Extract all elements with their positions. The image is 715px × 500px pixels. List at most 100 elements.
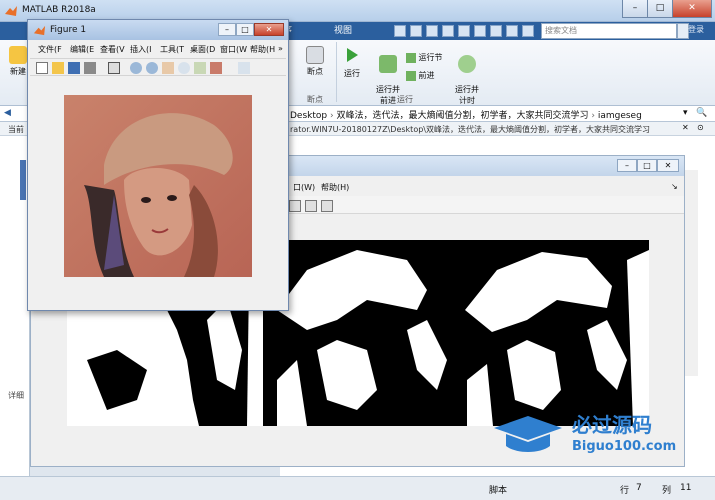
advance-icon (406, 70, 416, 81)
menu-tools[interactable]: 工具(T (160, 44, 184, 55)
details-panel-label: 详细 (8, 391, 24, 400)
ribbon-separator (336, 42, 337, 102)
matlab-logo-icon (5, 6, 17, 16)
link-plot-icon[interactable] (238, 62, 250, 74)
close-button[interactable]: ✕ (657, 159, 679, 172)
run-icon (347, 48, 358, 62)
edit-plot-icon[interactable] (108, 62, 120, 74)
menu-view[interactable]: 查看(V (100, 44, 125, 55)
pan-icon[interactable] (162, 62, 174, 74)
dock-icon[interactable]: ↘ (671, 182, 678, 191)
current-folder-label: 当前 (8, 125, 24, 134)
menu-insert[interactable]: 插入(I (130, 44, 151, 55)
paste-icon[interactable] (442, 25, 454, 37)
search-input[interactable]: 搜索文档 (541, 23, 677, 39)
close-button[interactable]: ✕ (672, 0, 712, 18)
file-list-marker (20, 160, 26, 200)
zoom-in-icon[interactable] (130, 62, 142, 74)
help-icon[interactable] (506, 25, 518, 37)
watermark-text-cn: 必过源码 (571, 413, 652, 437)
maximize-button[interactable]: □ (647, 0, 673, 18)
chevron-down-icon[interactable]: ⊙ (697, 123, 704, 132)
cut-icon[interactable] (410, 25, 422, 37)
redo-icon[interactable] (474, 25, 486, 37)
toolbar-divider-icon (289, 200, 301, 212)
open-file-icon[interactable] (52, 62, 64, 74)
tab-view[interactable]: 视图 (326, 22, 366, 40)
menu-overflow-icon[interactable]: » (278, 44, 283, 53)
row-label: 行 (620, 486, 630, 496)
minimize-button[interactable]: – (218, 23, 236, 36)
file-type-label: 脚本 (489, 486, 508, 496)
back-arrow-icon[interactable]: ◀ (4, 108, 11, 118)
breakpoints-icon (306, 46, 324, 64)
run-section-icon (406, 52, 416, 63)
run-and-time-button[interactable]: 运行并 计时 (452, 46, 482, 106)
menu-help[interactable]: 帮助(H (250, 44, 275, 55)
browse-folder-icon[interactable]: 🔍 (696, 108, 707, 118)
rotate-icon[interactable] (178, 62, 190, 74)
sign-in-link[interactable]: 登录 (688, 24, 704, 35)
advance-label: 前进 (418, 71, 435, 80)
menu-window[interactable]: 口(W) (293, 182, 315, 193)
save-icon[interactable] (394, 25, 406, 37)
menu-window[interactable]: 窗口(W (220, 44, 247, 55)
run-button[interactable]: 运行 (338, 46, 366, 79)
switch-windows-icon[interactable] (490, 25, 502, 37)
undo-icon[interactable] (458, 25, 470, 37)
collapse-icon[interactable] (522, 25, 534, 37)
menu-desktop[interactable]: 桌面(D (190, 44, 215, 55)
status-bar: 脚本 行 7 列 11 (0, 476, 715, 500)
zoom-out-icon[interactable] (146, 62, 158, 74)
figure-1-title-bar: Figure 1 – □ ✕ (28, 20, 288, 40)
data-cursor-icon[interactable] (194, 62, 206, 74)
hide-plot-tools-icon[interactable] (305, 200, 317, 212)
watermark-text-en: Biguo100.com (572, 439, 676, 454)
close-icon[interactable]: ✕ (682, 123, 689, 132)
chevron-down-icon[interactable]: ▾ (683, 108, 688, 118)
current-folder-path: rator.WIN7U-20180127Z\Desktop\双峰法，迭代法，最大… (290, 125, 650, 134)
brush-icon[interactable] (210, 62, 222, 74)
show-plot-tools-icon[interactable] (321, 200, 333, 212)
run-section-button[interactable]: 运行节 (406, 52, 452, 63)
save-icon[interactable] (68, 62, 80, 74)
breadcrumb-segment[interactable]: 双峰法，迭代法，最大熵阈值分割，初学者，大家共同交流学习 (336, 111, 588, 121)
run-and-time-label: 运行并 计时 (455, 85, 479, 105)
breadcrumb: Desktop › 双峰法，迭代法，最大熵阈值分割，初学者，大家共同交流学习 ›… (290, 111, 642, 121)
new-icon (9, 46, 27, 64)
figure-1-toolbar (30, 58, 286, 76)
figure-1-title: Figure 1 (50, 25, 87, 35)
advance-button[interactable]: 前进 (406, 70, 452, 81)
original-image (64, 95, 252, 277)
print-icon[interactable] (84, 62, 96, 74)
app-title: MATLAB R2018a (22, 5, 96, 15)
col-label: 列 (662, 486, 672, 496)
maximize-button[interactable]: □ (236, 23, 254, 36)
breadcrumb-segment[interactable]: Desktop (290, 111, 327, 121)
run-section-label: 运行节 (418, 53, 443, 62)
maximize-button[interactable]: □ (637, 159, 657, 172)
minimize-button[interactable]: – (622, 0, 648, 18)
close-button[interactable]: ✕ (254, 23, 284, 36)
watermark-logo: 必过源码 Biguo100.com (494, 413, 676, 454)
copy-icon[interactable] (426, 25, 438, 37)
breadcrumb-segment[interactable]: iamgeseg (598, 111, 642, 121)
current-folder-pane (0, 136, 30, 476)
timer-icon (458, 55, 476, 73)
breakpoints-button[interactable]: 断点 (300, 46, 330, 77)
figure-1-window: Figure 1 – □ ✕ 文件(F 编辑(E 查看(V 插入(I 工具(T … (27, 19, 289, 311)
menu-edit[interactable]: 编辑(E (70, 44, 94, 55)
breakpoints-label: 断点 (307, 67, 323, 76)
run-advance-icon (379, 55, 397, 73)
new-figure-icon[interactable] (36, 62, 48, 74)
group-label-breakpoints: 断点 (307, 95, 323, 104)
new-label: 新建 (10, 67, 26, 76)
editor-scrollbar[interactable] (684, 170, 698, 376)
figure-1-menubar: 文件(F 编辑(E 查看(V 插入(I 工具(T 桌面(D 窗口(W 帮助(H … (30, 42, 286, 56)
col-value: 11 (680, 483, 692, 493)
menu-help[interactable]: 帮助(H) (321, 182, 349, 193)
minimize-button[interactable]: – (617, 159, 637, 172)
menu-file[interactable]: 文件(F (38, 44, 62, 55)
run-label: 运行 (344, 69, 360, 78)
matlab-logo-icon (33, 25, 46, 36)
